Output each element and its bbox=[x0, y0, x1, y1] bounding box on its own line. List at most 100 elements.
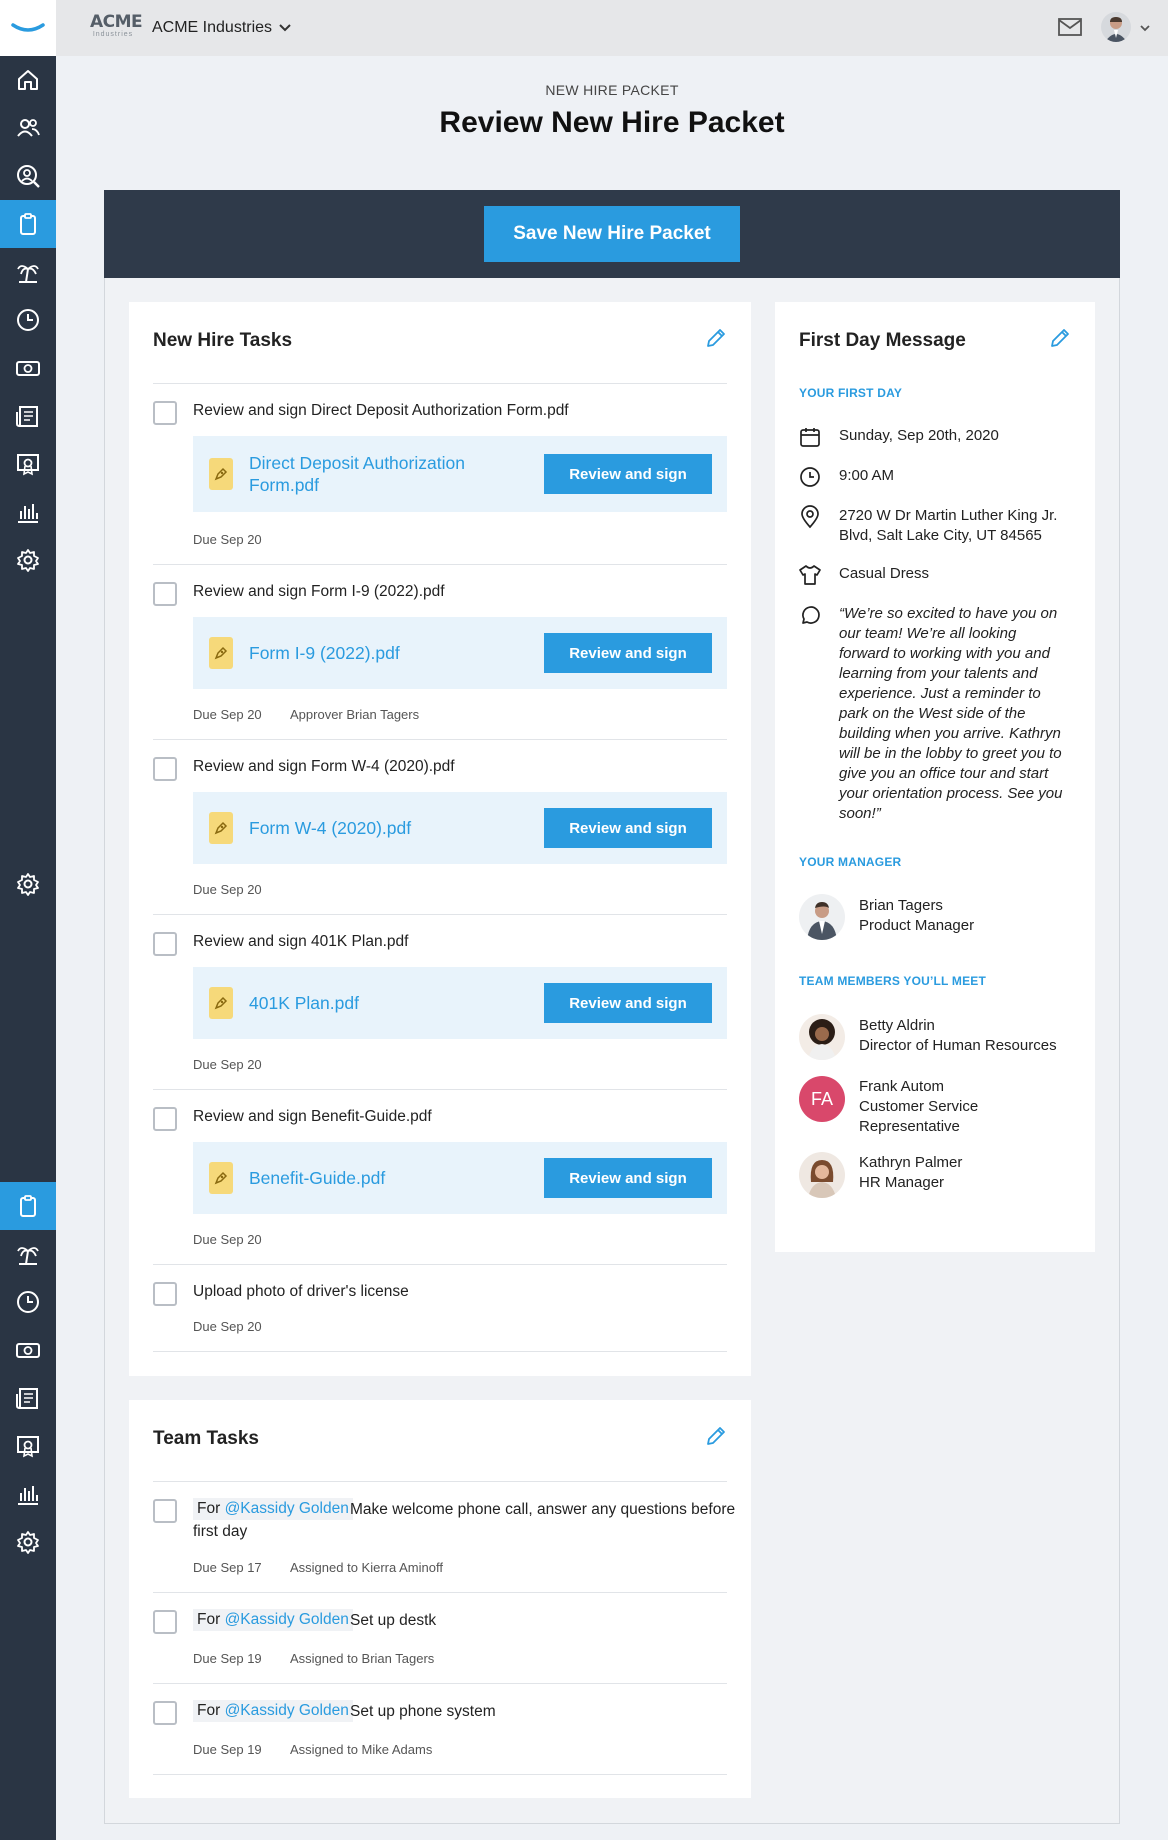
person-role: Director of Human Resources bbox=[859, 1037, 1057, 1054]
mail-icon[interactable] bbox=[1058, 17, 1082, 42]
person-name: Frank Autom bbox=[859, 1078, 945, 1095]
divider bbox=[153, 739, 727, 740]
welcome-message: “We’re so excited to have you on our tea… bbox=[839, 604, 1069, 824]
new-hire-tasks-card: New Hire Tasks Review and sign Direct De… bbox=[129, 302, 751, 1376]
clipboard-icon[interactable] bbox=[0, 1182, 56, 1230]
chevron-down-icon[interactable] bbox=[278, 20, 292, 39]
manager-avatar bbox=[799, 894, 845, 940]
clock-icon[interactable] bbox=[0, 296, 56, 344]
task-label: Review and sign Form I-9 (2022).pdf bbox=[193, 583, 445, 600]
task-checkbox[interactable] bbox=[153, 401, 177, 425]
file-name-line: Form.pdf bbox=[249, 475, 320, 495]
save-packet-button[interactable]: Save New Hire Packet bbox=[484, 206, 740, 262]
due-date: Due Sep 20 bbox=[193, 707, 262, 722]
assignee-tag: For @Kassidy Golden bbox=[193, 1700, 353, 1722]
review-and-sign-button[interactable]: Review and sign bbox=[544, 983, 712, 1023]
for-label: For bbox=[197, 1611, 221, 1628]
app-logo[interactable] bbox=[0, 0, 56, 56]
message-line: forward to working with you and bbox=[839, 645, 1050, 662]
due-date: Due Sep 20 bbox=[193, 1057, 262, 1072]
review-and-sign-button[interactable]: Review and sign bbox=[544, 1158, 712, 1198]
news-icon[interactable] bbox=[0, 1374, 56, 1422]
divider bbox=[153, 1351, 727, 1352]
person-role: Customer Service bbox=[859, 1098, 979, 1115]
task-checkbox[interactable] bbox=[153, 932, 177, 956]
company-switcher-label[interactable]: ACME Industries bbox=[152, 19, 272, 37]
due-date: Due Sep 19 bbox=[193, 1742, 262, 1757]
person-role: HR Manager bbox=[859, 1174, 945, 1191]
palm-tree-icon[interactable] bbox=[0, 1230, 56, 1278]
review-and-sign-button[interactable]: Review and sign bbox=[544, 808, 712, 848]
message-line: our team! We’re all looking bbox=[839, 625, 1017, 642]
edit-pencil-icon[interactable] bbox=[1048, 326, 1072, 355]
divider bbox=[153, 914, 727, 915]
chart-icon[interactable] bbox=[0, 1470, 56, 1518]
task-checkbox[interactable] bbox=[153, 1610, 177, 1634]
file-name-link[interactable]: 401K Plan.pdf bbox=[249, 992, 359, 1014]
mention-link[interactable]: @Kassidy Golden bbox=[225, 1702, 349, 1719]
people-icon[interactable] bbox=[0, 104, 56, 152]
divider bbox=[153, 1683, 727, 1684]
message-line: building when you arrive. Kathryn bbox=[839, 725, 1061, 742]
file-attachment: Form I-9 (2022).pdf Review and sign bbox=[193, 617, 727, 689]
mention-link[interactable]: @Kassidy Golden bbox=[225, 1611, 349, 1628]
person-role: Product Manager bbox=[859, 917, 975, 934]
logo-subtext: Industries bbox=[92, 31, 134, 38]
team-task-text: Set up phone system bbox=[350, 1703, 496, 1720]
task-checkbox[interactable] bbox=[153, 757, 177, 781]
file-attachment: Form W-4 (2020).pdf Review and sign bbox=[193, 792, 727, 864]
file-name-link[interactable]: Form W-4 (2020).pdf bbox=[249, 817, 411, 839]
logo-text: ACME bbox=[90, 12, 143, 32]
chat-bubble-icon bbox=[799, 604, 821, 631]
team-member-avatar bbox=[799, 1014, 845, 1060]
file-name-link[interactable]: Form I-9 (2022).pdf bbox=[249, 642, 400, 664]
task-checkbox[interactable] bbox=[153, 1499, 177, 1523]
divider bbox=[153, 383, 727, 384]
pdf-sign-icon bbox=[209, 458, 233, 490]
certificate-icon[interactable] bbox=[0, 440, 56, 488]
task-checkbox[interactable] bbox=[153, 1107, 177, 1131]
settings-gear-icon[interactable] bbox=[0, 860, 56, 908]
file-name-link[interactable]: Direct Deposit Authorization Form.pdf bbox=[249, 452, 465, 496]
pdf-sign-icon bbox=[209, 987, 233, 1019]
file-name-link[interactable]: Benefit-Guide.pdf bbox=[249, 1167, 385, 1189]
team-task-text: Make welcome phone call, answer any ques… bbox=[350, 1501, 736, 1518]
person-name: Betty Aldrin bbox=[859, 1017, 935, 1034]
money-icon[interactable] bbox=[0, 344, 56, 392]
file-name-line: Direct Deposit Authorization bbox=[249, 453, 465, 473]
clock-icon bbox=[799, 466, 821, 493]
team-member-info: Frank Autom Customer Service Representat… bbox=[859, 1077, 1079, 1137]
home-icon[interactable] bbox=[0, 56, 56, 104]
edit-pencil-icon[interactable] bbox=[704, 1424, 728, 1453]
task-checkbox[interactable] bbox=[153, 582, 177, 606]
certificate-icon[interactable] bbox=[0, 1422, 56, 1470]
assignee: Assigned to Mike Adams bbox=[290, 1742, 433, 1757]
task-label: Review and sign Benefit-Guide.pdf bbox=[193, 1108, 432, 1125]
task-checkbox[interactable] bbox=[153, 1701, 177, 1725]
task-checkbox[interactable] bbox=[153, 1282, 177, 1306]
address-line: Blvd, Salt Lake City, UT 84565 bbox=[839, 527, 1042, 544]
pdf-sign-icon bbox=[209, 637, 233, 669]
pdf-sign-icon bbox=[209, 1162, 233, 1194]
section-label: TEAM MEMBERS YOU’LL MEET bbox=[799, 974, 987, 988]
mention-link[interactable]: @Kassidy Golden bbox=[225, 1500, 349, 1517]
message-line: your orientation process. See you bbox=[839, 785, 1063, 802]
news-icon[interactable] bbox=[0, 392, 56, 440]
person-search-icon[interactable] bbox=[0, 152, 56, 200]
chevron-down-icon[interactable] bbox=[1139, 21, 1151, 39]
gear-icon[interactable] bbox=[0, 1518, 56, 1566]
clipboard-icon[interactable] bbox=[0, 200, 56, 248]
money-icon[interactable] bbox=[0, 1326, 56, 1374]
sidebar bbox=[0, 0, 56, 1840]
pdf-sign-icon bbox=[209, 812, 233, 844]
chart-icon[interactable] bbox=[0, 488, 56, 536]
message-line: soon!” bbox=[839, 805, 881, 822]
user-avatar[interactable] bbox=[1101, 12, 1131, 42]
gear-icon[interactable] bbox=[0, 536, 56, 584]
review-and-sign-button[interactable]: Review and sign bbox=[544, 633, 712, 673]
divider bbox=[153, 1264, 727, 1265]
palm-tree-icon[interactable] bbox=[0, 248, 56, 296]
edit-pencil-icon[interactable] bbox=[704, 326, 728, 355]
review-and-sign-button[interactable]: Review and sign bbox=[544, 454, 712, 494]
clock-icon[interactable] bbox=[0, 1278, 56, 1326]
